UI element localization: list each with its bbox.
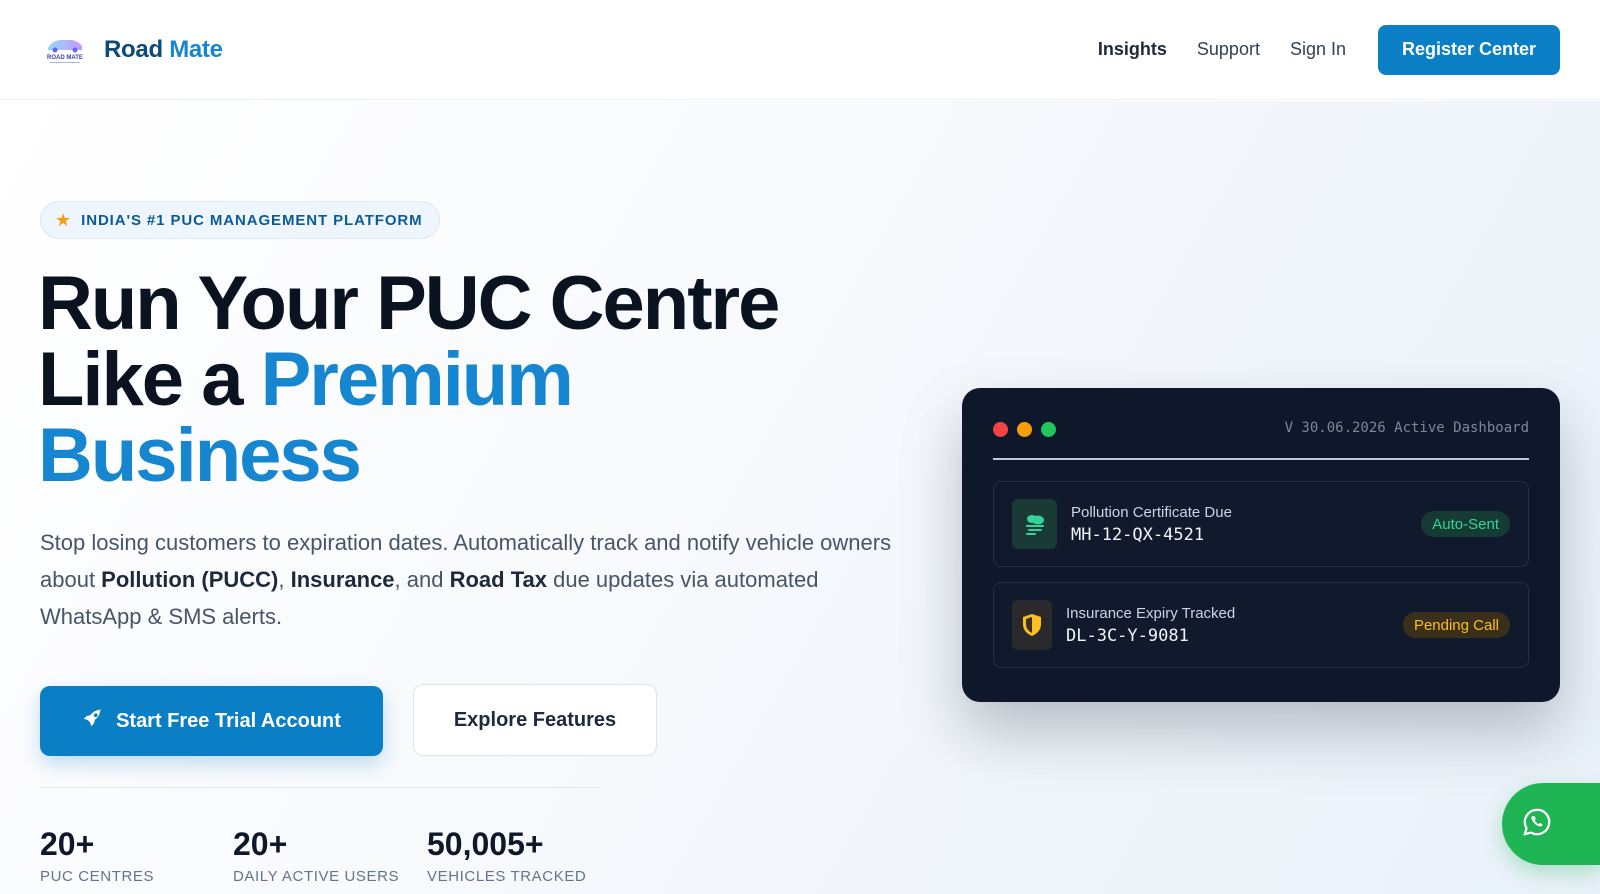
- status-badge: Auto-Sent: [1421, 511, 1510, 537]
- star-icon: ★: [55, 210, 72, 230]
- vehicle-number: MH-12-QX-4521: [1071, 524, 1205, 545]
- maximize-dot-icon: [1041, 422, 1056, 437]
- nav-support[interactable]: Support: [1197, 39, 1260, 60]
- shield-icon: [1012, 600, 1052, 650]
- brand-name-part1: Road: [104, 35, 163, 63]
- list-item: Insurance Expiry Tracked DL-3C-Y-9081 Pe…: [993, 582, 1529, 668]
- close-dot-icon: [993, 422, 1008, 437]
- stat-puc-centres: 20+ PUC CENTRES: [40, 826, 154, 885]
- stat-label: PUC CENTRES: [40, 868, 155, 885]
- nav-insights[interactable]: Insights: [1098, 39, 1167, 60]
- explore-features-button[interactable]: Explore Features: [413, 684, 657, 756]
- dashboard-preview-card: V 30.06.2026 Active Dashboard Pollution …: [962, 388, 1560, 702]
- desc-part2: ,: [278, 567, 291, 592]
- stat-vehicles-tracked: 50,005+ VEHICLES TRACKED: [427, 826, 586, 885]
- platform-badge: ★ INDIA'S #1 PUC MANAGEMENT PLATFORM: [40, 201, 440, 239]
- row-text: Pollution Certificate Due MH-12-QX-4521: [1071, 504, 1232, 545]
- stat-label: VEHICLES TRACKED: [427, 868, 587, 885]
- main-nav: Insights Support Sign In Register Center: [1098, 24, 1560, 75]
- vehicle-number: DL-3C-Y-9081: [1066, 625, 1189, 646]
- badge-text: INDIA'S #1 PUC MANAGEMENT PLATFORM: [81, 211, 423, 229]
- road-mate-logo: ROAD MATE: [44, 34, 86, 66]
- headline-line2-accent: Premium: [260, 337, 574, 422]
- brand-name-part2: Mate: [169, 35, 223, 63]
- stat-label: DAILY ACTIVE USERS: [233, 868, 400, 885]
- desc-bold-insurance: Insurance: [290, 567, 395, 592]
- register-center-button[interactable]: Register Center: [1378, 24, 1560, 75]
- brand[interactable]: ROAD MATE Road Mate: [44, 34, 223, 66]
- start-free-trial-label: Start Free Trial Account: [116, 709, 341, 732]
- row-label: Pollution Certificate Due: [1071, 503, 1232, 521]
- nav-sign-in[interactable]: Sign In: [1290, 39, 1346, 60]
- dashboard-title: V 30.06.2026 Active Dashboard: [1284, 420, 1529, 436]
- dashboard-divider: [993, 458, 1529, 460]
- site-header: ROAD MATE Road Mate Insights Support Sig…: [0, 0, 1600, 100]
- smog-icon: [1012, 499, 1057, 549]
- row-label: Insurance Expiry Tracked: [1066, 604, 1236, 622]
- rocket-icon: [82, 707, 104, 735]
- row-text: Insurance Expiry Tracked DL-3C-Y-9081: [1066, 605, 1235, 646]
- window-controls: [993, 422, 1056, 437]
- headline-line3-accent: Business: [38, 413, 362, 498]
- headline-line1: Run Your PUC Centre: [38, 261, 780, 346]
- desc-part3: , and: [394, 567, 450, 592]
- stat-value: 50,005+: [427, 826, 544, 862]
- svg-text:ROAD MATE: ROAD MATE: [47, 55, 83, 61]
- whatsapp-chat-button[interactable]: [1502, 783, 1600, 865]
- desc-bold-pollution: Pollution (PUCC): [101, 567, 279, 592]
- start-free-trial-button[interactable]: Start Free Trial Account: [40, 686, 383, 756]
- list-item: Pollution Certificate Due MH-12-QX-4521 …: [993, 481, 1529, 567]
- minimize-dot-icon: [1017, 422, 1032, 437]
- stat-daily-active-users: 20+ DAILY ACTIVE USERS: [233, 826, 399, 885]
- stat-value: 20+: [233, 826, 288, 862]
- whatsapp-icon: [1522, 807, 1552, 842]
- status-badge: Pending Call: [1402, 612, 1510, 638]
- desc-bold-road-tax: Road Tax: [449, 567, 547, 592]
- stats-divider: [40, 787, 600, 788]
- hero-description: Stop losing customers to expiration date…: [40, 524, 900, 635]
- stat-value: 20+: [40, 826, 95, 862]
- headline-line2-plain: Like a: [38, 337, 261, 422]
- brand-name: Road Mate: [104, 36, 223, 64]
- hero-headline: Run Your PUC Centre Like a Premium Busin…: [38, 266, 780, 494]
